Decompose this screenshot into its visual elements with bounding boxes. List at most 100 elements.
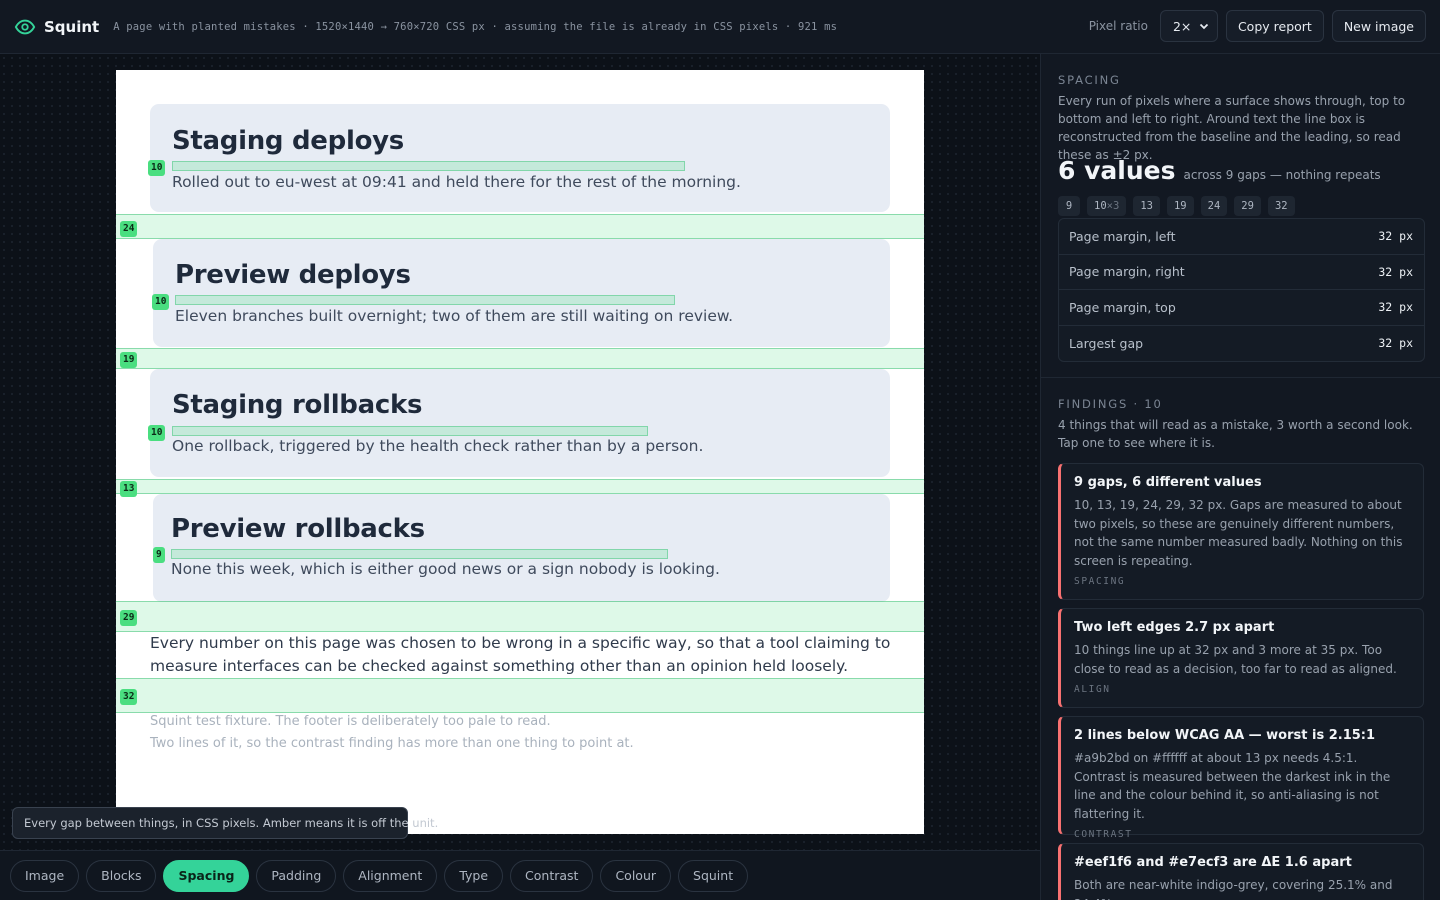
spacing-chip[interactable]: 10 × 3: [1087, 196, 1127, 216]
gap-badge[interactable]: 24: [120, 221, 138, 237]
finding-title: 9 gaps, 6 different values: [1074, 475, 1262, 490]
card-subtitle: One rollback, triggered by the health ch…: [172, 437, 704, 455]
new-image-button[interactable]: New image: [1331, 10, 1426, 42]
finding-body: 10 things line up at 32 px and 3 more at…: [1074, 643, 1397, 676]
spacing-chip[interactable]: 9: [1058, 196, 1080, 216]
card-subtitle: Eleven branches built overnight; two of …: [175, 307, 734, 325]
gap-band[interactable]: [116, 601, 924, 632]
chevron-down-icon: [1199, 23, 1209, 30]
findings-description: 4 things that will read as a mistake, 3 …: [1058, 418, 1413, 450]
tab-colour[interactable]: Colour: [600, 859, 672, 892]
finding-card[interactable]: 2 lines below WCAG AA — worst is 2.15:1 …: [1058, 716, 1424, 840]
finding-card[interactable]: 9 gaps, 6 different values 10, 13, 19, 2…: [1058, 463, 1424, 600]
inner-gap-overlay[interactable]: [172, 426, 648, 436]
spacing-chip[interactable]: 13: [1133, 196, 1160, 216]
tab-contrast[interactable]: Contrast: [510, 859, 594, 892]
tab-blocks[interactable]: Blocks: [86, 859, 157, 892]
gap-badge[interactable]: 19: [120, 352, 138, 368]
spacing-value-count: 6 values: [1058, 156, 1176, 185]
pixel-ratio-select[interactable]: 2×: [1159, 10, 1218, 42]
card: [150, 369, 890, 477]
card-title: Preview deploys: [175, 260, 411, 290]
card-title: Staging rollbacks: [172, 390, 423, 420]
findings-section-label: FINDINGS · 10: [1058, 397, 1163, 411]
finding-title: #eef1f6 and #e7ecf3 are ΔE 1.6 apart: [1074, 855, 1352, 870]
spacing-chip[interactable]: 24: [1200, 196, 1228, 216]
top-bar: Squint A page with planted mistakes · 15…: [0, 0, 1440, 54]
spacing-metrics-table: Page margin, left 32 px Page margin, rig…: [1058, 218, 1425, 362]
spacing-value-note: across 9 gaps — nothing repeats: [1183, 168, 1381, 182]
analyzed-page-preview[interactable]: Staging deploys 10 Rolled out to eu-west…: [116, 70, 924, 834]
toolbar: Pixel ratio 2× Copy report New image: [1089, 10, 1426, 42]
finding-tag: ALIGN: [1074, 684, 1111, 695]
metric-row: Page margin, right 32 px: [1059, 255, 1424, 290]
finding-tag: SPACING: [1074, 576, 1126, 587]
spacing-section-label: SPACING: [1058, 73, 1121, 87]
gap-badge[interactable]: 10: [152, 294, 170, 310]
eye-icon: [14, 19, 36, 34]
gap-badge[interactable]: 10: [148, 425, 166, 441]
metric-row: Page margin, left 32 px: [1059, 219, 1424, 255]
tab-spacing[interactable]: Spacing: [163, 859, 250, 892]
app-name: Squint: [44, 17, 100, 36]
body-paragraph: Every number on this page was chosen to …: [150, 634, 891, 675]
metric-label: Page margin, left: [1069, 228, 1176, 244]
footer-line: Two lines of it, so the contrast finding…: [150, 736, 634, 751]
card-title: Staging deploys: [172, 126, 404, 156]
tab-alignment[interactable]: Alignment: [343, 859, 438, 892]
divider: [1041, 377, 1440, 378]
spacing-chip[interactable]: 32: [1267, 196, 1295, 216]
gap-badge[interactable]: 32: [120, 689, 138, 705]
finding-body: #a9b2bd on #ffffff at about 13 px needs …: [1074, 751, 1391, 821]
gap-band[interactable]: [116, 214, 924, 239]
report-panel[interactable]: SPACING Every run of pixels where a surf…: [1040, 54, 1440, 900]
footer-line: Squint test fixture. The footer is delib…: [150, 714, 551, 729]
metric-value: 32 px: [1378, 300, 1413, 315]
spacing-chip[interactable]: 29: [1234, 196, 1261, 216]
gap-badge[interactable]: 29: [120, 610, 138, 626]
finding-card[interactable]: #eef1f6 and #e7ecf3 are ΔE 1.6 apart Bot…: [1058, 843, 1424, 900]
metric-label: Page margin, top: [1069, 299, 1176, 315]
inner-gap-overlay[interactable]: [172, 161, 685, 171]
finding-body: 10, 13, 19, 24, 29, 32 px. Gaps are meas…: [1074, 498, 1403, 568]
gap-band[interactable]: [116, 479, 924, 494]
tab-image[interactable]: Image: [10, 859, 80, 892]
metric-label: Page margin, right: [1069, 264, 1185, 280]
gap-band[interactable]: [116, 678, 924, 713]
finding-title: 2 lines below WCAG AA — worst is 2.15:1: [1074, 728, 1376, 743]
tooltip: Every gap between things, in CSS pixels.…: [12, 807, 438, 839]
gap-badge[interactable]: 10: [148, 160, 166, 176]
tab-padding[interactable]: Padding: [256, 859, 337, 892]
spacing-chip[interactable]: 19: [1166, 196, 1194, 216]
card-subtitle: Rolled out to eu-west at 09:41 and held …: [172, 173, 741, 191]
gap-badge[interactable]: 9: [153, 547, 165, 563]
gap-badge[interactable]: 13: [120, 481, 138, 497]
pixel-ratio-label: Pixel ratio: [1088, 19, 1148, 33]
copy-report-button[interactable]: Copy report: [1225, 10, 1324, 42]
metric-value: 32 px: [1378, 336, 1413, 351]
tab-squint[interactable]: Squint: [678, 859, 749, 892]
finding-body: Both are near-white indigo-grey, coverin…: [1074, 878, 1393, 900]
card: [150, 104, 890, 212]
metric-row: Page margin, top 32 px: [1059, 290, 1424, 326]
gap-band[interactable]: [116, 348, 924, 369]
metric-label: Largest gap: [1069, 335, 1144, 351]
finding-card[interactable]: Two left edges 2.7 px apart 10 things li…: [1058, 608, 1424, 708]
card: [153, 494, 890, 602]
metric-row: Largest gap 32 px: [1059, 326, 1424, 362]
inner-gap-overlay[interactable]: [175, 295, 675, 305]
tab-type[interactable]: Type: [444, 859, 504, 892]
card: [153, 239, 890, 347]
metric-value: 32 px: [1378, 264, 1413, 279]
card-title: Preview rollbacks: [171, 514, 425, 544]
metric-value: 32 px: [1378, 229, 1413, 244]
finding-title: Two left edges 2.7 px apart: [1074, 620, 1275, 635]
inner-gap-overlay[interactable]: [171, 549, 668, 559]
canvas-area[interactable]: Staging deploys 10 Rolled out to eu-west…: [0, 54, 1040, 850]
spacing-summary: 6 values across 9 gaps — nothing repeats: [1058, 156, 1381, 185]
view-tabs: Image Blocks Spacing Padding Alignment T…: [0, 850, 1040, 900]
pixel-ratio-value: 2×: [1172, 18, 1192, 34]
logo: Squint: [14, 16, 99, 38]
spacing-value-chips: 9 10 × 3 13 19 24 29 32: [1058, 196, 1295, 216]
finding-tag: CONTRAST: [1074, 829, 1133, 840]
